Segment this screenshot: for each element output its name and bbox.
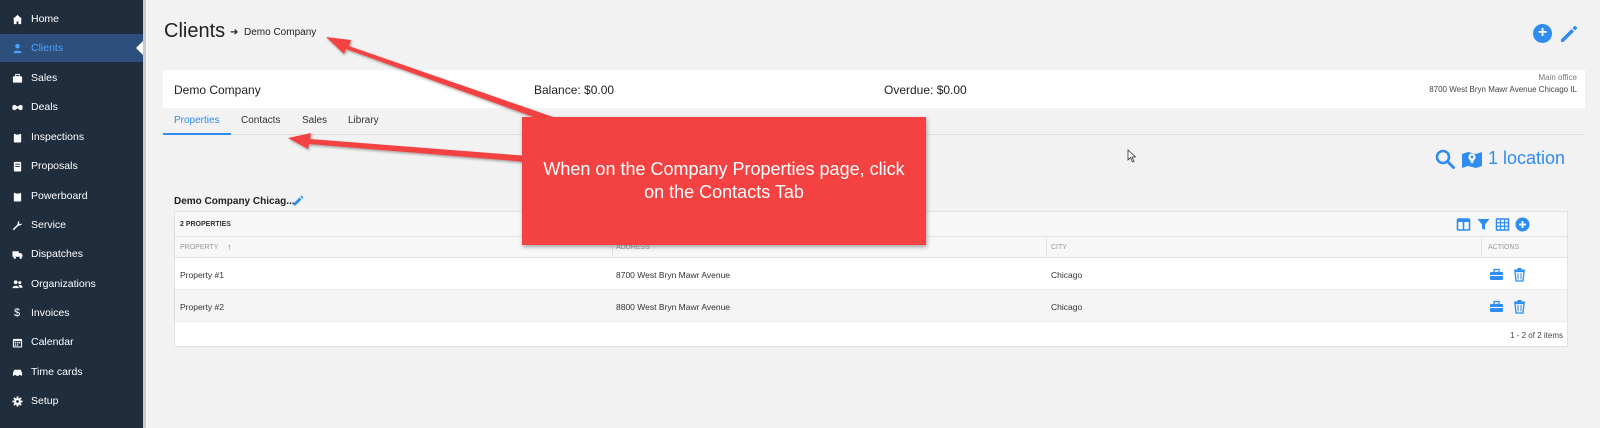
- sidebar-item-invoices[interactable]: $ Invoices: [0, 299, 143, 327]
- mouse-cursor-icon: [1127, 149, 1137, 163]
- sidebar-item-label: Proposals: [31, 160, 78, 172]
- sidebar-item-inspections[interactable]: Inspections: [0, 123, 143, 151]
- user-icon: [11, 42, 23, 54]
- cell-address: 8800 West Bryn Mawr Avenue: [616, 302, 731, 312]
- main-office-label: Main office: [1538, 73, 1577, 82]
- document-icon: [11, 160, 23, 172]
- column-property[interactable]: Property: [180, 244, 218, 251]
- sidebar-item-home[interactable]: Home: [0, 5, 143, 33]
- gear-icon: [11, 395, 23, 407]
- tab-sales[interactable]: Sales: [302, 115, 327, 126]
- cell-city: Chicago: [1051, 302, 1083, 312]
- home-icon: [11, 13, 23, 25]
- sidebar-item-label: Sales: [31, 72, 58, 84]
- toolbox-icon[interactable]: [1489, 267, 1504, 282]
- sidebar-item-time-cards[interactable]: Time cards: [0, 358, 143, 386]
- cell-property[interactable]: Property #1: [180, 270, 224, 280]
- column-divider: [1481, 237, 1482, 258]
- cell-city: Chicago: [1051, 270, 1083, 280]
- breadcrumb-company[interactable]: Demo Company: [244, 27, 316, 38]
- column-divider: [1046, 237, 1047, 258]
- add-button[interactable]: +: [1533, 24, 1552, 43]
- sidebar-item-sales[interactable]: Sales: [0, 64, 143, 92]
- sort-ascending-icon[interactable]: ↑: [227, 242, 232, 252]
- sidebar-divider: [143, 0, 146, 428]
- sidebar-item-label: Invoices: [31, 307, 70, 319]
- column-actions: Actions: [1488, 244, 1520, 251]
- sidebar-item-label: Clients: [31, 42, 64, 54]
- sidebar-item-clients[interactable]: Clients: [0, 34, 143, 62]
- grid-view-icon[interactable]: [1495, 217, 1510, 232]
- breadcrumb-arrow-icon: ➜: [230, 27, 239, 38]
- sidebar-item-deals[interactable]: Deals: [0, 93, 143, 121]
- sidebar-item-label: Time cards: [31, 366, 83, 378]
- active-tab-underline: [163, 133, 231, 135]
- client-summary-bar: Demo Company Balance: $0.00 Overdue: $0.…: [163, 70, 1585, 108]
- table-row[interactable]: Property #1 8700 West Bryn Mawr Avenue C…: [175, 258, 1567, 290]
- briefcase-icon: [11, 72, 23, 84]
- properties-count: 2 PROPERTIES: [180, 221, 231, 228]
- grid-pager-info: 1 - 2 of 2 items: [1510, 331, 1563, 340]
- truck-icon: [11, 248, 23, 260]
- property-group-title: Demo Company Chicag...: [174, 196, 295, 207]
- active-caret-icon: [136, 41, 143, 55]
- handshake-icon: [11, 101, 23, 113]
- tab-contacts[interactable]: Contacts: [241, 115, 280, 126]
- arrow-to-contacts-tab: [288, 133, 528, 162]
- sidebar: Home Clients Sales Deals Inspections Pro…: [0, 0, 143, 428]
- sidebar-item-label: Inspections: [31, 131, 85, 143]
- sidebar-item-label: Organizations: [31, 278, 96, 290]
- map-icon[interactable]: [1461, 148, 1483, 170]
- overdue-value: Overdue: $0.00: [884, 83, 967, 97]
- cell-address: 8700 West Bryn Mawr Avenue: [616, 270, 731, 280]
- client-name: Demo Company: [174, 83, 261, 97]
- edit-pencil-icon[interactable]: [1558, 23, 1580, 45]
- sidebar-item-powerboard[interactable]: Powerboard: [0, 182, 143, 210]
- trash-icon[interactable]: [1512, 267, 1527, 282]
- table-row[interactable]: Property #2 8800 West Bryn Mawr Avenue C…: [175, 290, 1567, 322]
- dollar-icon: $: [13, 307, 21, 319]
- columns-icon[interactable]: [1456, 217, 1471, 232]
- edit-group-pencil-icon[interactable]: [292, 194, 305, 207]
- clipboard-icon: [11, 131, 23, 143]
- sidebar-item-label: Home: [31, 13, 60, 25]
- tab-properties[interactable]: Properties: [174, 115, 220, 126]
- wrench-icon: [11, 219, 23, 231]
- balance-value: Balance: $0.00: [534, 83, 615, 97]
- sidebar-item-label: Dispatches: [31, 248, 83, 260]
- annotation-callout: When on the Company Properties page, cli…: [522, 117, 926, 245]
- tab-library[interactable]: Library: [348, 115, 379, 126]
- users-icon: [11, 278, 23, 290]
- location-count[interactable]: 1 location: [1488, 148, 1565, 169]
- clipboard-icon: [11, 190, 23, 202]
- sidebar-item-label: Service: [31, 219, 67, 231]
- page-title: Clients: [164, 20, 226, 42]
- cell-property[interactable]: Property #2: [180, 302, 224, 312]
- toolbox-icon[interactable]: [1489, 299, 1504, 314]
- sidebar-item-setup[interactable]: Setup: [0, 387, 143, 415]
- sidebar-item-organizations[interactable]: Organizations: [0, 270, 143, 298]
- column-city[interactable]: City: [1051, 244, 1067, 251]
- sidebar-item-proposals[interactable]: Proposals: [0, 152, 143, 180]
- main-office-address: 8700 West Bryn Mawr Avenue Chicago IL: [1429, 85, 1577, 94]
- search-icon[interactable]: [1434, 148, 1456, 170]
- sidebar-item-label: Calendar: [31, 336, 74, 348]
- annotation-text: When on the Company Properties page, cli…: [543, 159, 905, 202]
- trash-icon[interactable]: [1512, 299, 1527, 314]
- column-address[interactable]: Address: [616, 244, 650, 251]
- sidebar-item-label: Powerboard: [31, 190, 88, 202]
- sidebar-item-calendar[interactable]: Calendar: [0, 328, 143, 356]
- calendar-icon: [11, 336, 23, 348]
- sidebar-item-label: Deals: [31, 101, 58, 113]
- sidebar-item-service[interactable]: Service: [0, 211, 143, 239]
- sidebar-item-dispatches[interactable]: Dispatches: [0, 240, 143, 268]
- filter-icon[interactable]: [1476, 217, 1491, 232]
- car-icon: [11, 366, 23, 378]
- add-property-icon[interactable]: [1515, 217, 1530, 232]
- sidebar-item-label: Setup: [31, 395, 59, 407]
